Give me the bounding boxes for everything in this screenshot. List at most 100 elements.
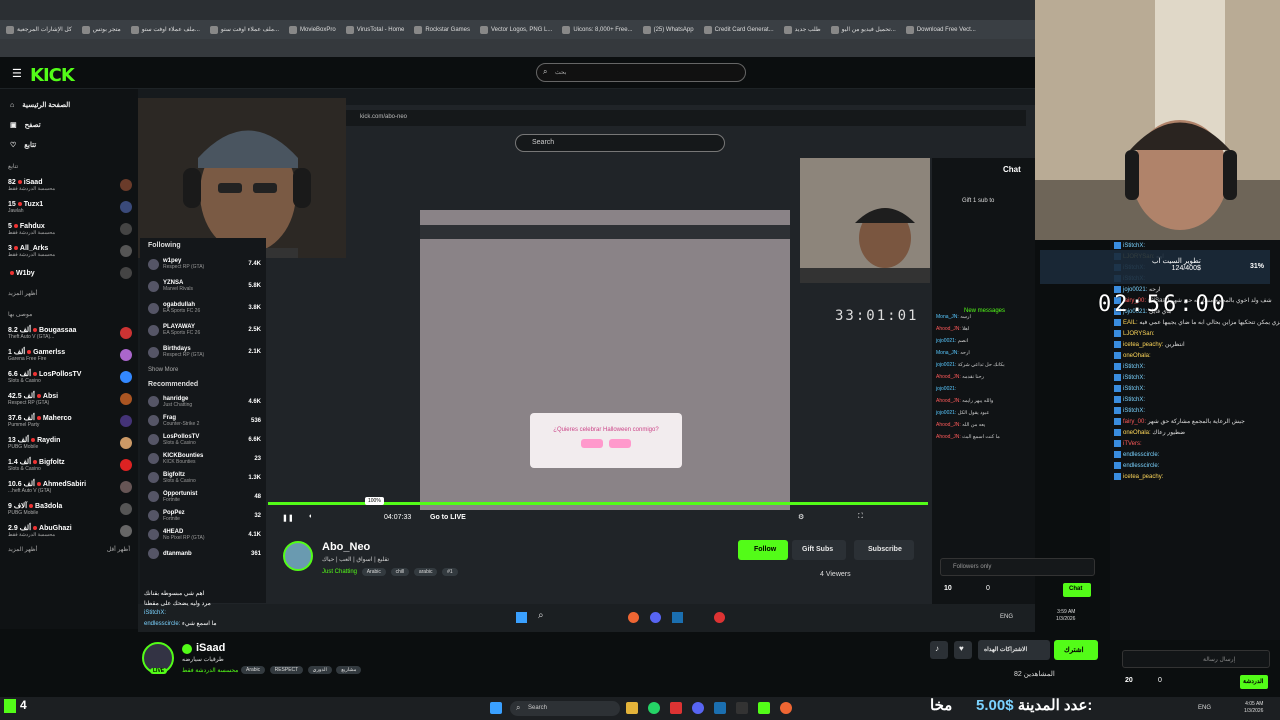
chat-username[interactable]: iStitchX:	[1123, 243, 1145, 249]
inner-following-title: Following	[148, 242, 181, 249]
notification-button[interactable]: ♪	[930, 641, 948, 659]
inner-gift-subs-button: Gift Subs	[792, 540, 846, 560]
live-badge: LIVE	[150, 668, 168, 674]
steam-icon[interactable]	[714, 702, 726, 714]
bookmark-1[interactable]: متجر بوتس	[81, 25, 121, 34]
bookmark-10[interactable]: Credit Card Generat...	[703, 25, 774, 34]
windows-start-icon[interactable]	[490, 702, 502, 714]
sidebar-channel[interactable]: W1by	[0, 262, 138, 284]
tag-item[interactable]: مشاريع	[336, 666, 362, 674]
channel-viewers: 1 ألف	[8, 349, 26, 356]
show-more-link[interactable]: أظهر المزيد	[0, 284, 138, 303]
chat-username[interactable]: iStitchX:	[1123, 375, 1145, 381]
bookmark-4[interactable]: MovieBoxPro	[289, 25, 336, 34]
chat-send-button[interactable]: الدردشة	[1240, 675, 1268, 689]
chat-username[interactable]: icetea_peachy:	[1123, 474, 1163, 480]
bookmark-12[interactable]: تحميل فيديو من اليو...	[830, 25, 896, 34]
sidebar-channel[interactable]: 3 All_Arks محسسة الدردشة فقط	[0, 240, 138, 262]
browse-icon: ▣	[10, 122, 17, 129]
chat-username[interactable]: iStitchX:	[1123, 386, 1145, 392]
nav-home[interactable]: ⌂ الصفحة الرئيسية	[0, 95, 138, 115]
sidebar-channel[interactable]: 8.2 ألف Bougassaa Theft Auto V (GTA)...	[0, 322, 138, 344]
chat-username[interactable]: oneOhala:	[1123, 430, 1151, 436]
chat-username[interactable]: endlesscircle:	[1123, 452, 1159, 458]
chat-username[interactable]: iStitchX:	[1123, 397, 1145, 403]
inner-stream-category: Just Chatting Arabic chill arabic #1	[322, 568, 458, 576]
sidebar-channel[interactable]: 42.5 ألف Absi Respect RP (GTA)	[0, 388, 138, 410]
chat-username[interactable]: iStitchX:	[1123, 408, 1145, 414]
bookmark-11[interactable]: طلب جديد	[783, 25, 821, 34]
kick-app-icon[interactable]	[758, 702, 770, 714]
taskbar-clock[interactable]: 4:05 AM 1/3/2026	[1244, 701, 1263, 715]
sidebar-channel[interactable]: 15 Tuzx1 Jawlah	[0, 196, 138, 218]
bookmark-3[interactable]: ملف عملاء اوفت ستو...	[209, 25, 279, 34]
chat-username[interactable]: fairy_00:	[1123, 419, 1146, 425]
nav-following[interactable]: ♡ تتابع	[0, 135, 138, 155]
stream-category[interactable]: محسسة الدردشة فقط	[182, 667, 238, 674]
chrome-icon[interactable]	[780, 702, 792, 714]
chat-username[interactable]: EAIL:	[1123, 320, 1138, 326]
bookmark-8[interactable]: Uicons: 8,000+ Free...	[562, 25, 633, 34]
inner-points: 10	[944, 585, 952, 592]
tag-item[interactable]: Arabic	[241, 666, 266, 674]
site-icon	[81, 25, 90, 34]
follow-button[interactable]: ♥	[954, 641, 972, 659]
bookmark-5[interactable]: VirusTotal - Home	[345, 25, 404, 34]
inner-channel-game: Just Chatting	[163, 401, 193, 408]
sidebar-channel[interactable]: 6.6 ألف LosPollosTV Slots & Casino	[0, 366, 138, 388]
channel-avatar	[120, 437, 132, 449]
chat-username[interactable]: oneOhala:	[1123, 353, 1151, 359]
chat-username[interactable]: LJORYSan:	[1123, 331, 1155, 337]
tag-item[interactable]: RESPECT	[269, 666, 304, 674]
chat-username[interactable]: endlesscircle:	[1123, 463, 1159, 469]
chat-username[interactable]: iStitchX:	[1123, 364, 1145, 370]
sidebar-channel[interactable]: 2.9 ألف AbuGhazi محسسة الدردشة فقط	[0, 520, 138, 542]
sidebar-channel[interactable]: 1 ألف Gamerlss Garena Free Fire	[0, 344, 138, 366]
bookmark-7[interactable]: Vector Logos, PNG L...	[480, 25, 552, 34]
subscribe-button[interactable]: اشترك	[1054, 640, 1098, 660]
sidebar-channel[interactable]: 13 ألف Raydin PUBG Mobile	[0, 432, 138, 454]
whatsapp-icon[interactable]	[648, 702, 660, 714]
inner-channel: ogabdullah EA Sports FC 26 3.8K	[140, 297, 266, 319]
streamer-name[interactable]: iSaad	[196, 642, 225, 654]
bookmark-13[interactable]: Download Free Vect...	[905, 25, 976, 34]
sidebar-channel[interactable]: 37.6 ألف Maherco Pummel Party	[0, 410, 138, 432]
show-more-link-2[interactable]: أظهر المزيد	[8, 546, 37, 553]
chat-username[interactable]: iTVers:	[1123, 441, 1142, 447]
taskbar-search[interactable]: ⌕ Search	[510, 701, 620, 716]
app-icon[interactable]	[670, 702, 682, 714]
bookmark-9[interactable]: (25) WhatsApp	[642, 25, 694, 34]
chat-input[interactable]: إرسال رسالة	[1122, 650, 1270, 668]
sidebar-channel[interactable]: 5 Fahdux محسسة الدردشة فقط	[0, 218, 138, 240]
chat-badge-icon	[1114, 429, 1121, 436]
browser-toolbar	[0, 39, 1035, 57]
channel-points[interactable]: 20	[1125, 677, 1133, 684]
nav-browse[interactable]: ▣ تصفح	[0, 115, 138, 135]
sidebar-channel[interactable]: 10.6 ألف AhmedSabiri ...heft Auto V (GTA)	[0, 476, 138, 498]
viewer-count: 82 المشاهدين	[1014, 671, 1055, 678]
site-icon	[209, 25, 218, 34]
show-less-link[interactable]: أظهر أقل	[107, 546, 130, 553]
gift-subs-button[interactable]: الاشتراكات الهداه	[978, 640, 1050, 660]
file-explorer-icon[interactable]	[626, 702, 638, 714]
bookmark-2[interactable]: ملف عملاء اوفت ستو...	[130, 25, 200, 34]
sidebar-channel[interactable]: 82 iSaad محسسة الدردشة فقط	[0, 174, 138, 196]
language-indicator[interactable]: ENG	[1198, 705, 1211, 711]
recommended-section-title: موصى بها	[8, 312, 33, 318]
chat-username[interactable]: icetea_peachy:	[1123, 342, 1163, 348]
facecam-image	[138, 98, 346, 258]
bookmark-0[interactable]: كل الإشارات المرجعية	[6, 25, 72, 34]
search-input[interactable]: ⌕ بحث	[536, 63, 746, 82]
menu-icon[interactable]: ☰	[12, 67, 22, 80]
channel-name: 5	[8, 222, 12, 230]
tag-item[interactable]: الدوري	[307, 666, 332, 674]
bookmark-6[interactable]: Rockstar Games	[414, 25, 470, 34]
kick-logo[interactable]: KICK	[30, 65, 75, 86]
app-icon-2[interactable]	[736, 702, 748, 714]
inner-channel-game: Marvel Rivals	[163, 286, 194, 292]
sidebar-channel[interactable]: 9 آلاف Ba3dola PUBG Mobile	[0, 498, 138, 520]
sidebar-channel[interactable]: 1.4 ألف Bigfoltz Slots & Casino	[0, 454, 138, 476]
discord-icon[interactable]	[692, 702, 704, 714]
bell-icon: ♪	[935, 644, 939, 653]
bookmarks-bar: كل الإشارات المرجعية متجر بوتس ملف عملاء…	[0, 20, 1035, 39]
